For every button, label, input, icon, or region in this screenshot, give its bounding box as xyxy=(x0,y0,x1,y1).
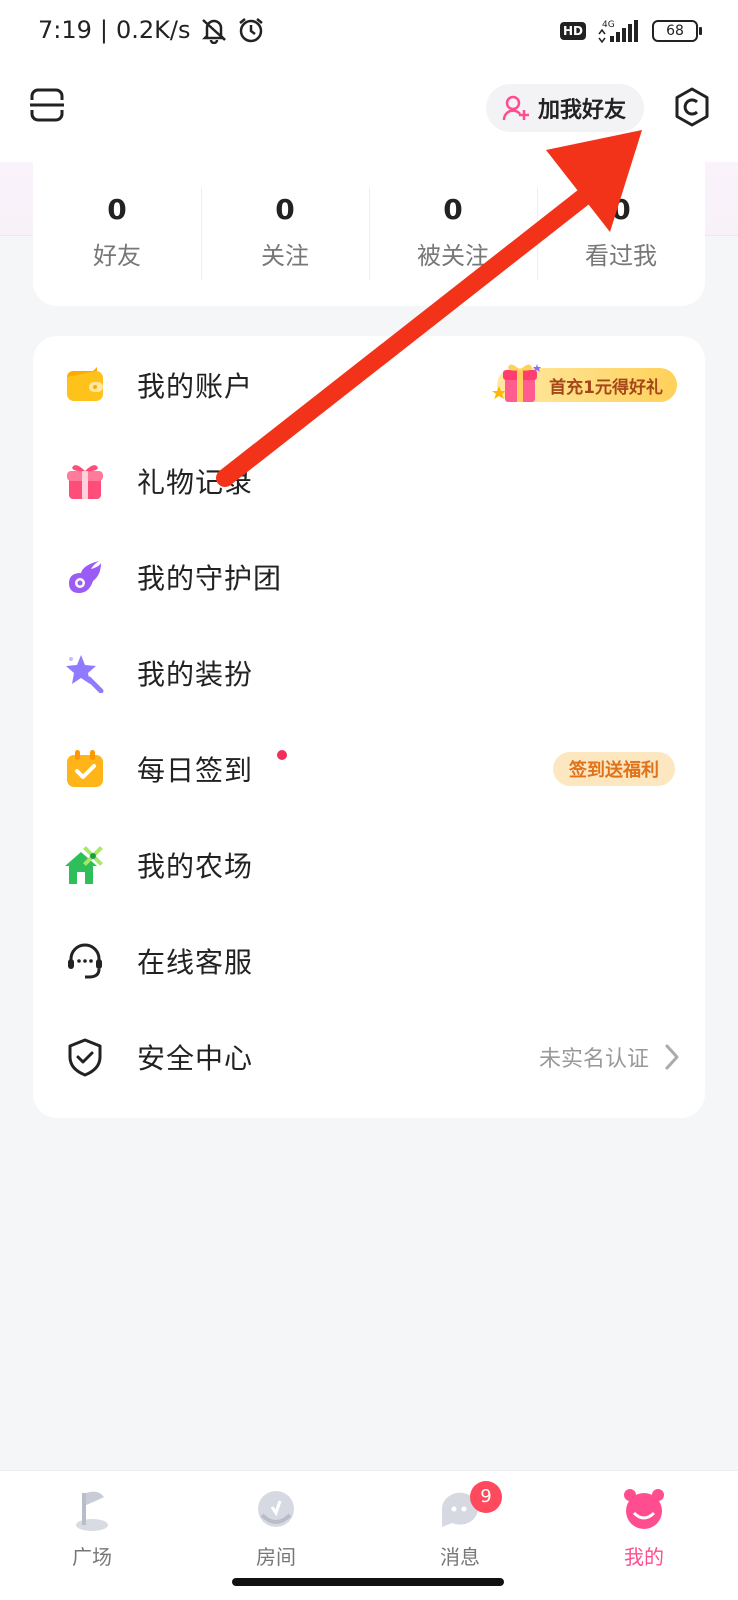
calendar-icon xyxy=(63,747,107,791)
menu-item-customer-service[interactable]: 在线客服 xyxy=(33,912,705,1010)
status-separator: | xyxy=(99,16,108,44)
gift-box-icon xyxy=(492,364,542,402)
svg-text:4G: 4G xyxy=(602,20,615,30)
mute-bell-icon xyxy=(201,19,226,44)
farm-icon xyxy=(63,843,107,887)
hd-badge: HD xyxy=(559,22,586,40)
add-friend-icon xyxy=(502,95,529,121)
profile-icon xyxy=(624,1489,664,1529)
nav-label: 房间 xyxy=(256,1545,296,1569)
unread-count-badge: 9 xyxy=(470,1481,502,1513)
guard-icon xyxy=(63,555,107,599)
status-time: 7:19 xyxy=(38,16,92,44)
alarm-icon xyxy=(238,18,263,43)
signal-icon: 4G xyxy=(598,20,638,44)
menu-item-dress-up[interactable]: 我的装扮 xyxy=(33,624,705,722)
magic-wand-icon xyxy=(63,651,107,695)
stats-card: 0 好友 0 关注 0 被关注 0 看过我 xyxy=(33,162,705,306)
network-speed: 0.2K/s xyxy=(116,16,191,44)
stat-label: 被关注 xyxy=(417,242,489,270)
checkin-reward-label: 签到送福利 xyxy=(569,760,659,781)
chevron-right-icon xyxy=(665,1044,679,1070)
settings-icon[interactable] xyxy=(672,86,712,128)
menu-item-label: 在线客服 xyxy=(137,946,254,979)
menu-item-gift-records[interactable]: 礼物记录 xyxy=(33,432,705,530)
wallet-icon xyxy=(63,363,107,407)
nav-item-messages[interactable]: 消息 9 xyxy=(400,1481,520,1570)
nav-item-profile[interactable]: 我的 xyxy=(584,1485,704,1570)
stat-visitors[interactable]: 0 看过我 xyxy=(537,162,705,306)
menu-item-label: 安全中心 xyxy=(137,1042,254,1075)
menu-item-label: 我的装扮 xyxy=(137,658,254,691)
stat-value: 0 xyxy=(443,193,463,226)
stat-friends[interactable]: 0 好友 xyxy=(33,162,201,306)
notification-dot xyxy=(277,750,287,760)
menu-item-label: 我的守护团 xyxy=(137,562,283,595)
first-recharge-badge[interactable]: 首充1元得好礼 xyxy=(492,364,677,402)
menu-item-daily-checkin[interactable]: 每日签到 签到送福利 xyxy=(33,720,705,818)
menu-item-label: 我的农场 xyxy=(137,850,254,883)
nav-label: 广场 xyxy=(72,1545,112,1569)
header: 加我好友 xyxy=(0,66,738,162)
first-recharge-label: 首充1元得好礼 xyxy=(549,377,663,398)
nav-label: 我的 xyxy=(624,1545,664,1569)
add-friend-label: 加我好友 xyxy=(538,98,627,123)
shield-icon xyxy=(63,1035,107,1079)
home-indicator xyxy=(232,1578,504,1586)
stat-followers[interactable]: 0 被关注 xyxy=(369,162,537,306)
nav-label: 消息 xyxy=(440,1545,480,1569)
status-bar: 7:19 | 0.2K/s HD 4G 68 xyxy=(0,0,738,66)
battery-icon: 68 xyxy=(652,20,702,42)
menu-item-account[interactable]: 我的账户 首充1元得好礼 xyxy=(33,336,705,434)
stat-value: 0 xyxy=(611,193,631,226)
menu-item-label: 礼物记录 xyxy=(137,466,254,499)
stat-label: 看过我 xyxy=(585,242,657,270)
room-icon xyxy=(258,1491,294,1527)
stat-label: 关注 xyxy=(261,242,309,270)
menu-item-security-center[interactable]: 安全中心 未实名认证 xyxy=(33,1008,705,1106)
nav-item-room[interactable]: 房间 xyxy=(216,1485,336,1570)
menu-item-farm[interactable]: 我的农场 xyxy=(33,816,705,914)
menu-item-label: 我的账户 xyxy=(137,370,254,403)
nav-item-plaza[interactable]: 广场 xyxy=(32,1485,152,1570)
add-friend-button[interactable]: 加我好友 xyxy=(486,84,645,132)
menu-item-guard-group[interactable]: 我的守护团 xyxy=(33,528,705,626)
gift-icon xyxy=(63,459,107,503)
status-left: 7:19 | 0.2K/s xyxy=(38,16,265,44)
stat-following[interactable]: 0 关注 xyxy=(201,162,369,306)
menu-card: 我的账户 首充1元得好礼 礼物记录 我的守护团 我的装扮 每日签到 签到送福利 … xyxy=(33,336,705,1118)
menu-icon[interactable] xyxy=(28,86,66,124)
verification-status: 未实名认证 xyxy=(538,1047,649,1072)
plaza-icon xyxy=(76,1491,108,1531)
checkin-reward-badge[interactable]: 签到送福利 xyxy=(553,752,675,786)
headset-icon xyxy=(63,939,107,983)
status-right: HD 4G 68 xyxy=(559,18,702,44)
stat-label: 好友 xyxy=(93,242,141,270)
stat-value: 0 xyxy=(275,193,295,226)
menu-item-label: 每日签到 xyxy=(137,754,254,787)
stat-value: 0 xyxy=(107,193,127,226)
